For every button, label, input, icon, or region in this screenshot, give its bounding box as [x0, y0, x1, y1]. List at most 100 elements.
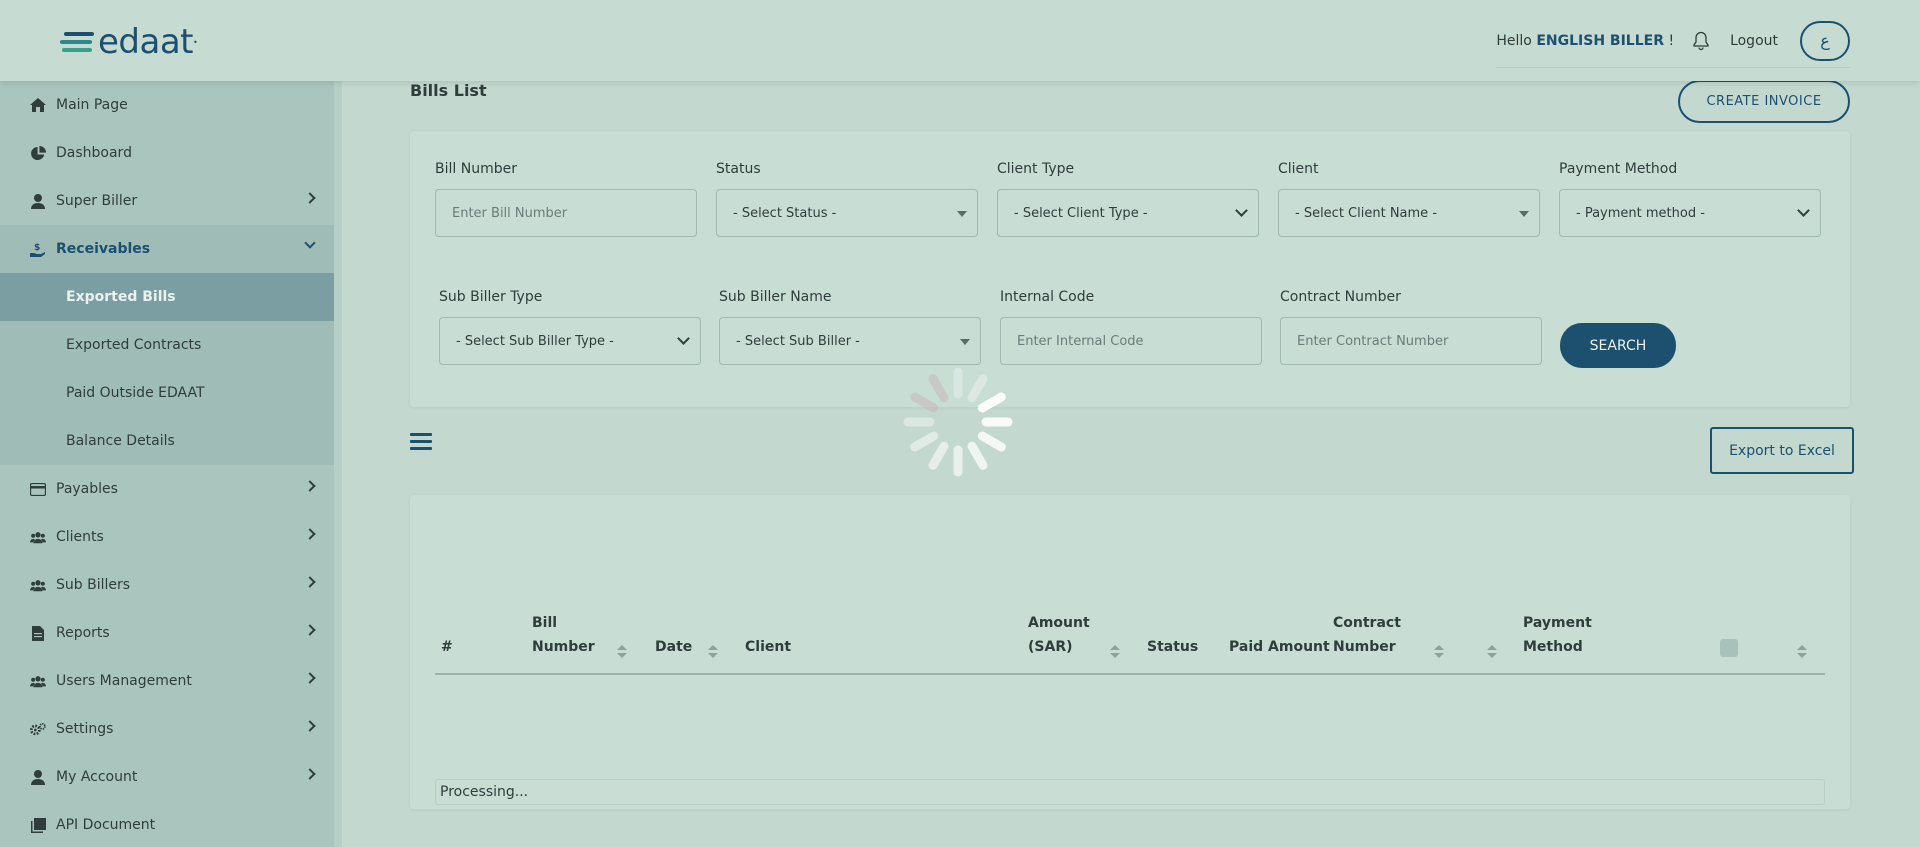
- svg-text:$: $: [34, 243, 40, 253]
- user-area: Hello ENGLISH BILLER ! Logout ع: [1496, 18, 1850, 68]
- client-type-field: Client Type - Select Client Type -: [997, 161, 1259, 237]
- internal-code-field: Internal Code Enter Internal Code: [1000, 289, 1262, 365]
- file-icon: [30, 625, 46, 641]
- logout-link[interactable]: Logout: [1730, 33, 1778, 49]
- language-toggle-button[interactable]: ع: [1800, 20, 1850, 61]
- client-type-label: Client Type: [997, 161, 1075, 177]
- pie-chart-icon: [30, 145, 46, 161]
- sub-biller-type-select-value: - Select Sub Biller Type -: [456, 333, 614, 349]
- client-type-select[interactable]: - Select Client Type -: [997, 189, 1259, 237]
- sidebar-item-dashboard[interactable]: Dashboard: [0, 129, 334, 177]
- client-select-value: - Select Client Name -: [1295, 205, 1438, 221]
- sidebar-subitem-exported-bills[interactable]: Exported Bills: [0, 273, 334, 321]
- users-icon: [30, 673, 46, 689]
- chevron-right-icon: [304, 192, 316, 204]
- column-header-index[interactable]: #: [441, 635, 453, 659]
- sort-icon[interactable]: [1110, 645, 1120, 659]
- chevron-right-icon: [304, 672, 316, 684]
- column-header-paid-amount[interactable]: Paid Amount: [1229, 635, 1330, 659]
- sidebar-item-reports[interactable]: Reports: [0, 609, 334, 657]
- top-header: edaat • Hello ENGLISH BILLER ! Logout ع: [0, 0, 1920, 81]
- sub-biller-type-label: Sub Biller Type: [439, 289, 543, 305]
- sidebar-item-users-management[interactable]: Users Management: [0, 657, 334, 705]
- greeting-text: Hello: [1496, 32, 1532, 49]
- caret-down-icon: [957, 211, 967, 217]
- sidebar-item-label: API Document: [56, 817, 156, 833]
- logo-mark-icon: [60, 30, 94, 54]
- status-select[interactable]: - Select Status -: [716, 189, 978, 237]
- column-header-payment-method[interactable]: Payment Method: [1523, 611, 1592, 659]
- chevron-right-icon: [304, 528, 316, 540]
- client-select[interactable]: - Select Client Name -: [1278, 189, 1540, 237]
- notification-bell-icon[interactable]: [1692, 31, 1710, 51]
- sidebar-subitem-paid-outside-edaat[interactable]: Paid Outside EDAAT: [0, 369, 334, 417]
- sub-biller-type-select[interactable]: - Select Sub Biller Type -: [439, 317, 701, 365]
- sidebar-item-label: Main Page: [56, 97, 128, 113]
- sidebar-subitem-balance-details[interactable]: Balance Details: [0, 417, 334, 465]
- bill-number-field: Bill Number Enter Bill Number: [435, 161, 697, 237]
- column-header-bill-number[interactable]: Bill Number: [532, 611, 595, 659]
- processing-indicator: Processing...: [435, 779, 1825, 805]
- sort-icon[interactable]: [708, 645, 718, 659]
- sidebar-item-settings[interactable]: Settings: [0, 705, 334, 753]
- user-icon: [30, 769, 46, 785]
- select-all-checkbox[interactable]: [1720, 639, 1738, 657]
- client-field: Client - Select Client Name -: [1278, 161, 1540, 237]
- edaat-logo[interactable]: edaat •: [60, 22, 198, 62]
- sort-icon[interactable]: [1434, 645, 1444, 659]
- credit-card-icon: [30, 481, 46, 497]
- chevron-right-icon: [304, 624, 316, 636]
- contract-number-field: Contract Number Enter Contract Number: [1280, 289, 1542, 365]
- payment-method-field: Payment Method - Payment method -: [1559, 161, 1821, 237]
- sidebar-item-my-account[interactable]: My Account: [0, 753, 334, 801]
- sidebar-item-label: Sub Billers: [56, 577, 131, 593]
- hamburger-menu-icon[interactable]: [410, 433, 432, 451]
- loading-spinner-icon: [903, 367, 1013, 477]
- main-content: Bills List CREATE INVOICE Bill Number En…: [350, 80, 1920, 847]
- column-header-status[interactable]: Status: [1147, 635, 1198, 659]
- documents-icon: [30, 817, 46, 833]
- chevron-right-icon: [304, 576, 316, 588]
- sidebar-item-receivables[interactable]: $ Receivables: [0, 225, 334, 273]
- sidebar-item-label: Payables: [56, 481, 118, 497]
- sort-icon[interactable]: [1487, 645, 1497, 659]
- greeting: Hello ENGLISH BILLER !: [1496, 33, 1674, 49]
- client-type-select-value: - Select Client Type -: [1014, 205, 1148, 221]
- sidebar-item-payables[interactable]: Payables: [0, 465, 334, 513]
- status-select-value: - Select Status -: [733, 205, 837, 221]
- column-header-date[interactable]: Date: [655, 635, 692, 659]
- column-header-amount[interactable]: Amount (SAR): [1028, 611, 1090, 659]
- user-icon: [30, 193, 46, 209]
- create-invoice-button[interactable]: CREATE INVOICE: [1678, 80, 1850, 123]
- payment-method-select[interactable]: - Payment method -: [1559, 189, 1821, 237]
- sort-icon[interactable]: [1797, 645, 1807, 659]
- client-label: Client: [1278, 161, 1319, 177]
- column-header-contract-number[interactable]: Contract Number: [1333, 611, 1401, 659]
- bill-number-input[interactable]: Enter Bill Number: [435, 189, 697, 237]
- chevron-down-icon: [677, 332, 690, 345]
- sidebar-item-label: My Account: [56, 769, 138, 785]
- page-title: Bills List: [410, 81, 487, 100]
- contract-number-input[interactable]: Enter Contract Number: [1280, 317, 1542, 365]
- sidebar-item-label: Users Management: [56, 673, 192, 689]
- sidebar-item-clients[interactable]: Clients: [0, 513, 334, 561]
- greeting-suffix: !: [1668, 32, 1675, 49]
- sub-biller-name-label: Sub Biller Name: [719, 289, 832, 305]
- sort-icon[interactable]: [617, 645, 627, 659]
- caret-down-icon: [1519, 211, 1529, 217]
- chevron-down-icon: [1797, 204, 1810, 217]
- chevron-right-icon: [304, 720, 316, 732]
- hand-money-icon: $: [30, 241, 46, 257]
- export-to-excel-button[interactable]: Export to Excel: [1710, 427, 1854, 474]
- gears-icon: [30, 721, 46, 737]
- sidebar-item-api-document[interactable]: API Document: [0, 801, 334, 847]
- sidebar-item-main-page[interactable]: Main Page: [0, 81, 334, 129]
- column-header-client[interactable]: Client: [745, 635, 791, 659]
- internal-code-input[interactable]: Enter Internal Code: [1000, 317, 1262, 365]
- users-icon: [30, 529, 46, 545]
- sidebar-subitem-exported-contracts[interactable]: Exported Contracts: [0, 321, 334, 369]
- sidebar-item-sub-billers[interactable]: Sub Billers: [0, 561, 334, 609]
- sidebar-item-super-biller[interactable]: Super Biller: [0, 177, 334, 225]
- search-button[interactable]: SEARCH: [1560, 323, 1676, 368]
- bills-table: # Bill Number Date Client Amount (SAR) Sta…: [410, 495, 1850, 809]
